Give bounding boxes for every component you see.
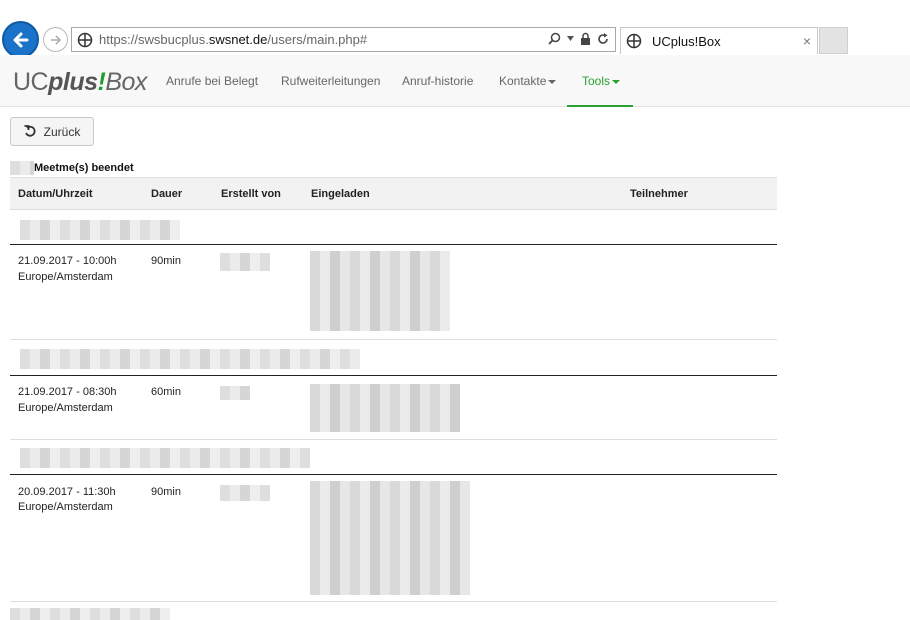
section-title: Meetme(s) beendet	[10, 161, 134, 175]
menu-item-kontakte[interactable]: Kontakte	[499, 74, 557, 88]
arrow-left-icon	[13, 32, 28, 47]
column-header-dauer: Dauer	[151, 188, 183, 200]
cell-date: 20.09.2017 - 11:30h	[18, 486, 116, 498]
table-header: Datum/Uhrzeit Dauer Erstellt von Eingela…	[10, 177, 777, 210]
address-bar[interactable]: https://swsbucplus.swsnet.de/users/main.…	[71, 27, 616, 52]
app-navbar: UCplus!Box Anrufe bei Belegt Rufweiterle…	[0, 55, 910, 107]
caret-down-icon	[612, 79, 621, 84]
table-group-row	[10, 340, 777, 376]
back-button-label: Zurück	[43, 124, 81, 139]
new-tab-button[interactable]	[819, 27, 848, 54]
menu-item-tools-label: Tools	[582, 74, 611, 88]
table-group-row	[10, 440, 777, 475]
section-title-text: Meetme(s) beendet	[34, 162, 134, 174]
url-text: https://swsbucplus.swsnet.de/users/main.…	[99, 32, 368, 47]
redacted-block	[20, 349, 360, 369]
table-row[interactable]: 21.09.2017 - 08:30h Europe/Amsterdam 60m…	[10, 376, 777, 440]
close-icon[interactable]: ×	[803, 33, 811, 49]
search-icon[interactable]	[548, 32, 561, 45]
cell-date: 21.09.2017 - 08:30h	[18, 386, 117, 398]
cell-duration: 90min	[151, 486, 181, 498]
lock-icon[interactable]	[580, 32, 591, 45]
column-header-erstellt-von: Erstellt von	[221, 188, 281, 200]
menu-item-rufweiterleitungen[interactable]: Rufweiterleitungen	[281, 74, 380, 88]
table-group-row	[10, 210, 777, 245]
redacted-block	[10, 161, 34, 175]
column-header-teilnehmer: Teilnehmer	[630, 188, 688, 200]
cell-duration: 90min	[151, 255, 181, 267]
table-row[interactable]: 21.09.2017 - 10:00h Europe/Amsterdam 90m…	[10, 245, 777, 340]
cell-timezone: Europe/Amsterdam	[18, 501, 113, 513]
globe-icon	[626, 33, 642, 49]
column-header-eingeladen: Eingeladen	[311, 188, 370, 200]
redacted-block	[220, 253, 270, 271]
tab-title: UCplus!Box	[652, 33, 721, 49]
menu-item-anruf-historie[interactable]: Anruf-historie	[402, 74, 473, 88]
redacted-block	[220, 386, 250, 400]
browser-chrome: https://swsbucplus.swsnet.de/users/main.…	[0, 0, 910, 58]
redacted-block	[310, 251, 450, 331]
back-navigation-button[interactable]	[2, 21, 39, 58]
menu-item-anrufe-bei-belegt[interactable]: Anrufe bei Belegt	[166, 74, 258, 88]
menu-item-kontakte-label: Kontakte	[499, 74, 547, 88]
redacted-block	[310, 481, 470, 595]
undo-icon	[24, 125, 36, 137]
table-row[interactable]: 20.09.2017 - 11:30h Europe/Amsterdam 90m…	[10, 475, 777, 602]
cell-date: 21.09.2017 - 10:00h	[18, 255, 117, 267]
table-group-row	[10, 602, 777, 620]
redacted-block	[10, 608, 170, 620]
redacted-block	[20, 448, 310, 468]
menu-item-tools[interactable]: Tools	[582, 74, 621, 88]
back-button[interactable]: Zurück	[10, 117, 94, 146]
cell-timezone: Europe/Amsterdam	[18, 271, 113, 283]
caret-down-icon	[548, 79, 557, 84]
column-header-datum: Datum/Uhrzeit	[18, 188, 93, 200]
cell-duration: 60min	[151, 386, 181, 398]
redacted-block	[20, 220, 180, 240]
brand-logo[interactable]: UCplus!Box	[13, 68, 147, 97]
redacted-block	[310, 384, 460, 432]
forward-navigation-button[interactable]	[43, 27, 68, 52]
active-menu-indicator	[567, 105, 633, 107]
browser-tab[interactable]: UCplus!Box ×	[620, 27, 818, 54]
globe-icon	[77, 32, 93, 47]
redacted-block	[220, 485, 270, 501]
chevron-down-icon[interactable]	[567, 36, 574, 41]
arrow-right-icon	[50, 34, 61, 45]
cell-timezone: Europe/Amsterdam	[18, 402, 113, 414]
refresh-icon[interactable]	[597, 32, 609, 45]
